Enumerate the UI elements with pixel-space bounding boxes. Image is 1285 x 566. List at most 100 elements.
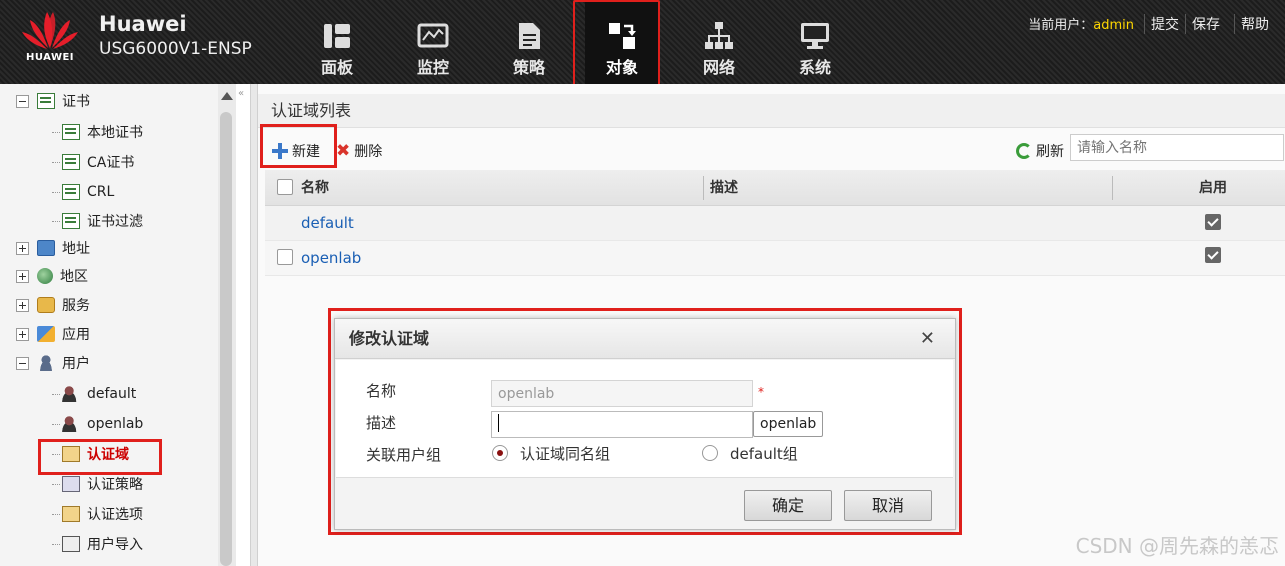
table-row[interactable]: openlab xyxy=(265,241,1285,276)
collapse-icon[interactable] xyxy=(16,356,29,370)
sidebar-item-label: 用户导入 xyxy=(87,537,143,553)
ca-cert-icon xyxy=(62,154,80,170)
crl-icon xyxy=(62,184,80,200)
nav-network[interactable]: 网络 xyxy=(682,0,756,84)
sidebar-item-openlab[interactable]: openlab xyxy=(52,411,143,437)
sidebar-item-user[interactable]: 用户 xyxy=(16,350,90,376)
cert-filter-icon xyxy=(62,213,80,229)
close-icon[interactable]: ✕ xyxy=(920,329,935,349)
sidebar-item-label: 认证选项 xyxy=(87,507,143,523)
nav-policy[interactable]: 策略 xyxy=(492,0,566,84)
delete-icon: ✖ xyxy=(336,141,351,161)
cancel-button[interactable]: 取消 xyxy=(844,490,932,521)
collapse-icon[interactable] xyxy=(16,94,29,108)
radio-same-name-group[interactable] xyxy=(492,445,508,461)
radio-label[interactable]: 认证域同名组 xyxy=(520,443,610,464)
domain-name-link[interactable]: default xyxy=(301,206,354,241)
sidebar-item-default[interactable]: default xyxy=(52,381,136,407)
collapse-sidebar-icon[interactable]: « xyxy=(238,88,244,99)
sidebar-item-certificate[interactable]: 证书 xyxy=(16,88,90,114)
name-label: 名称 xyxy=(366,382,397,400)
current-user-label: 当前用户： xyxy=(1028,18,1094,33)
address-icon xyxy=(37,240,55,256)
radio-default-group[interactable] xyxy=(702,445,718,461)
huawei-logo: HUAWEI xyxy=(14,6,86,68)
radio-label[interactable]: default组 xyxy=(730,443,798,464)
sidebar-item-application[interactable]: 应用 xyxy=(16,321,90,347)
column-header-description[interactable]: 描述 xyxy=(710,170,738,206)
monitor-icon xyxy=(417,23,449,48)
nav-system[interactable]: 系统 xyxy=(778,0,852,84)
refresh-button[interactable]: 刷新 xyxy=(1016,141,1064,161)
panel-splitter[interactable] xyxy=(250,84,258,566)
sidebar-item-region[interactable]: 地区 xyxy=(16,263,88,289)
region-icon xyxy=(37,268,53,284)
sidebar: 证书 本地证书 CA证书 CRL 证书过滤 地址 地区 服务 应用 用户 def… xyxy=(0,84,236,566)
nav-monitor[interactable]: 监控 xyxy=(396,0,470,84)
sidebar-item-cert-filter[interactable]: 证书过滤 xyxy=(52,208,143,234)
dialog-body: 名称 * 描述 openlab 关联用户组 认证域同名组 default组 xyxy=(336,360,953,478)
column-header-enabled[interactable]: 启用 xyxy=(1199,170,1227,206)
description-field[interactable] xyxy=(491,411,753,438)
expand-icon[interactable] xyxy=(16,298,29,312)
dashboard-icon xyxy=(324,24,350,48)
dialog-title: 修改认证域 xyxy=(335,319,955,359)
help-button[interactable]: 帮助 xyxy=(1234,14,1275,34)
sidebar-item-label: 本地证书 xyxy=(87,125,143,141)
brand-name: Huawei xyxy=(99,12,187,36)
search-input[interactable] xyxy=(1070,134,1284,161)
certificate-icon xyxy=(37,93,55,109)
autocomplete-tooltip[interactable]: openlab xyxy=(753,411,824,437)
sidebar-item-label: 证书过滤 xyxy=(87,214,143,230)
sidebar-item-local-cert[interactable]: 本地证书 xyxy=(52,119,143,145)
sidebar-item-label: 认证策略 xyxy=(87,477,143,493)
network-icon xyxy=(705,22,733,49)
select-all-checkbox[interactable] xyxy=(277,179,293,195)
expand-icon[interactable] xyxy=(16,241,29,255)
sidebar-item-label: 应用 xyxy=(62,327,90,343)
nav-dashboard[interactable]: 面板 xyxy=(300,0,374,84)
nav-label: 策略 xyxy=(512,58,545,77)
user-group-icon xyxy=(62,386,80,402)
policy-icon xyxy=(519,23,540,49)
enabled-checkbox[interactable] xyxy=(1205,247,1221,263)
nav-label: 系统 xyxy=(798,58,831,77)
description-label: 描述 xyxy=(366,414,397,432)
nav-highlight-box xyxy=(573,0,660,92)
nav-label: 面板 xyxy=(320,58,353,77)
auth-domain-table: 名称 描述 启用 default openlab xyxy=(265,170,1285,276)
column-header-name[interactable]: 名称 xyxy=(301,170,329,206)
delete-button[interactable]: ✖ 删除 xyxy=(336,141,382,161)
sidebar-item-user-import[interactable]: 用户导入 xyxy=(52,531,143,557)
nav-label: 网络 xyxy=(702,58,735,77)
sidebar-item-service[interactable]: 服务 xyxy=(16,292,90,318)
sidebar-item-label: CRL xyxy=(87,184,115,200)
expand-icon[interactable] xyxy=(16,269,29,283)
service-icon xyxy=(37,297,55,313)
expand-icon[interactable] xyxy=(16,327,29,341)
save-button[interactable]: 保存 xyxy=(1185,14,1226,34)
delete-label: 删除 xyxy=(354,144,383,160)
refresh-label: 刷新 xyxy=(1036,144,1064,160)
sidebar-item-ca-cert[interactable]: CA证书 xyxy=(52,149,134,175)
ok-button[interactable]: 确定 xyxy=(744,490,832,521)
user-icon xyxy=(37,355,55,371)
domain-name-link[interactable]: openlab xyxy=(301,241,361,276)
scroll-up-icon[interactable] xyxy=(221,92,233,100)
sidebar-item-address[interactable]: 地址 xyxy=(16,235,90,261)
sidebar-item-auth-options[interactable]: 认证选项 xyxy=(52,501,143,527)
user-import-icon xyxy=(62,536,80,552)
edit-auth-domain-dialog: 修改认证域 ✕ 名称 * 描述 openlab 关联用户组 认证域同名组 def… xyxy=(334,318,956,530)
sidebar-item-label: 用户 xyxy=(62,356,90,372)
sidebar-item-crl[interactable]: CRL xyxy=(52,179,114,205)
huawei-petal-icon xyxy=(22,12,78,49)
table-row[interactable]: default xyxy=(265,206,1285,241)
text-cursor xyxy=(498,414,499,432)
scrollbar-thumb[interactable] xyxy=(220,112,232,566)
sidebar-highlight-box xyxy=(38,439,162,475)
sidebar-item-label: 证书 xyxy=(62,94,90,110)
enabled-checkbox[interactable] xyxy=(1205,214,1221,230)
row-checkbox[interactable] xyxy=(277,249,293,265)
commit-button[interactable]: 提交 xyxy=(1144,14,1185,34)
user-bar: 当前用户：admin 提交 保存 帮助 xyxy=(1028,14,1275,34)
